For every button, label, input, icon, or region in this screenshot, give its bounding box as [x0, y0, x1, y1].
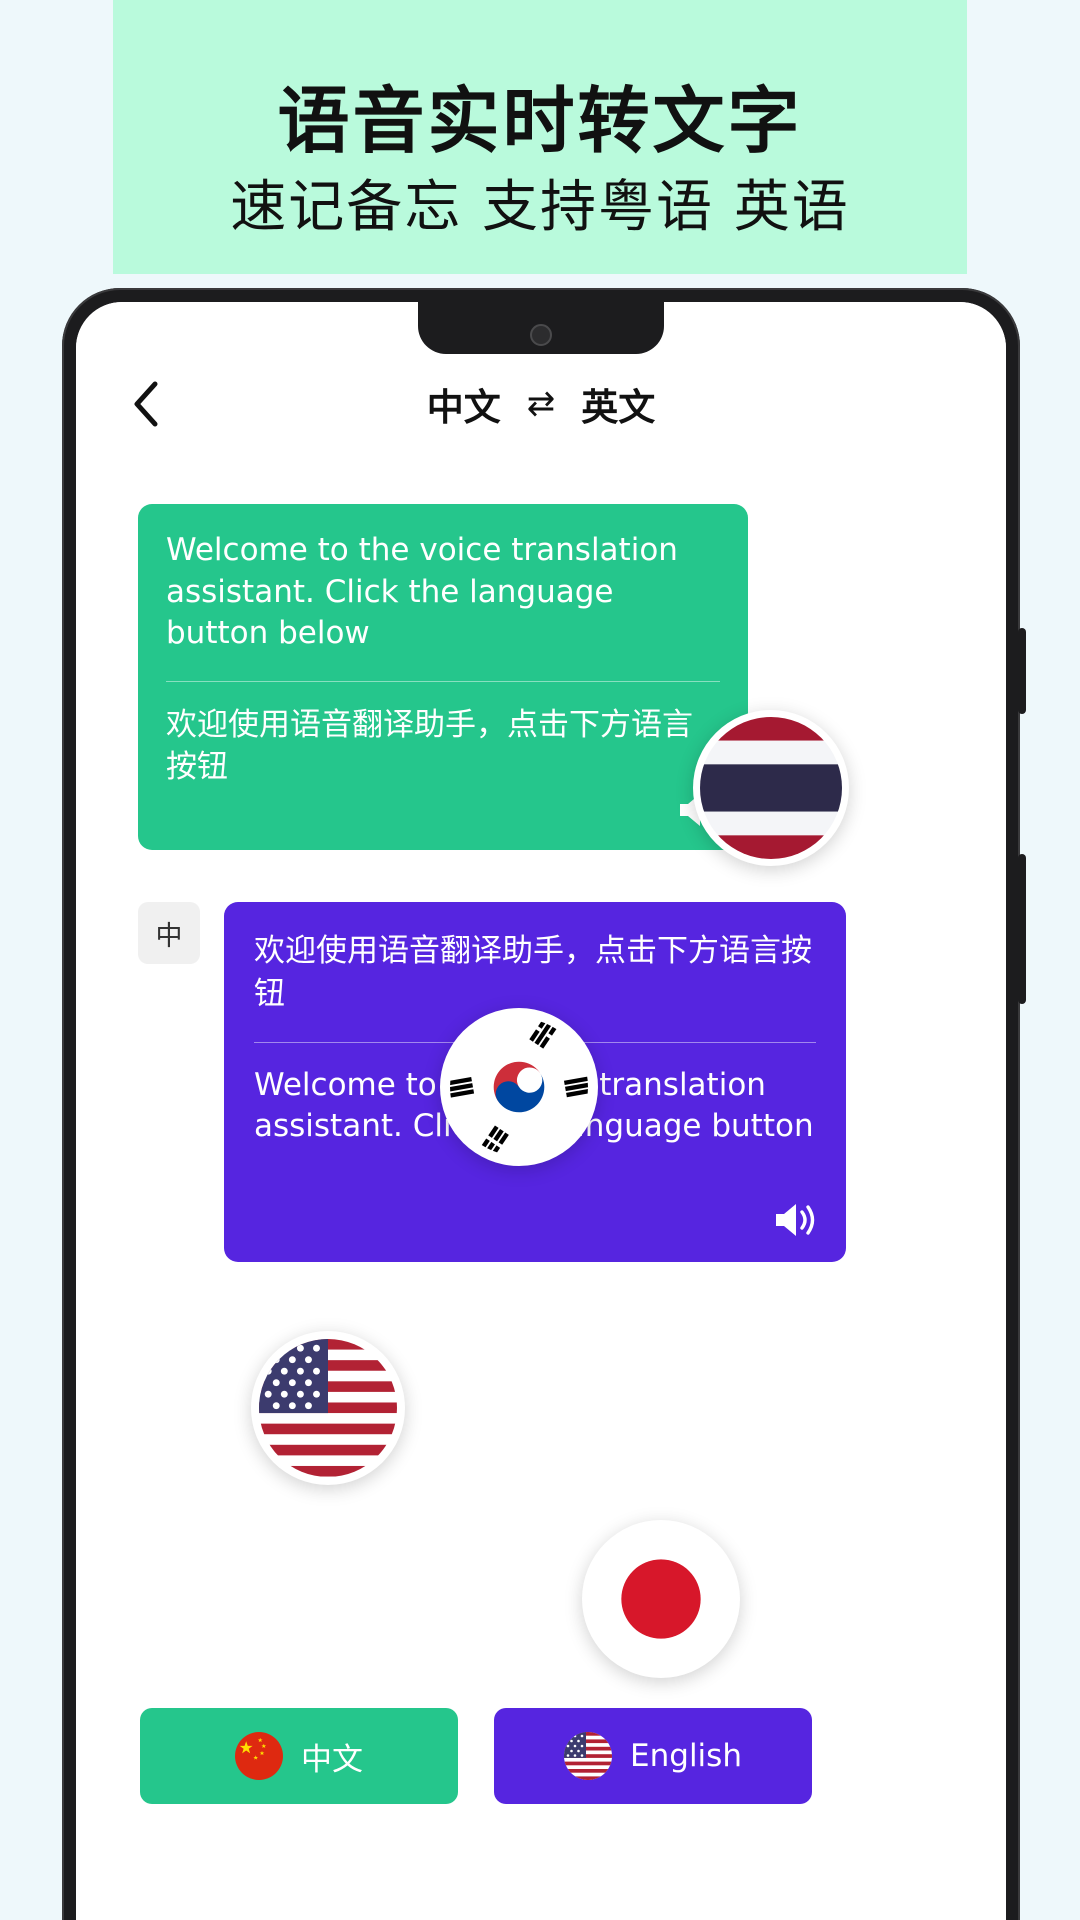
phone-power-button — [1018, 628, 1026, 714]
language-button-english[interactable]: English — [494, 1708, 812, 1804]
screenshot-root: 语音实时转文字 速记备忘 支持粤语 英语 中文 ⇄ 英文 Welcome to … — [0, 0, 1080, 1920]
flag-us-icon — [564, 1732, 613, 1780]
language-button-english-label: English — [630, 1738, 742, 1774]
flag-cn-icon — [235, 1732, 283, 1780]
phone-screen-area: 中文 ⇄ 英文 Welcome to the voice translation… — [76, 302, 1006, 1920]
source-language-label: 中文 — [426, 386, 501, 429]
flag-th-disc — [700, 717, 842, 859]
promo-title: 语音实时转文字 — [277, 79, 803, 163]
flag-us-disc — [259, 1339, 397, 1477]
speaker-icon[interactable] — [772, 1200, 816, 1240]
target-language-label: 英文 — [581, 386, 656, 429]
flag-th-icon[interactable] — [693, 710, 849, 866]
flag-us-icon[interactable] — [251, 1331, 405, 1485]
avatar: 中 — [138, 902, 200, 964]
language-pair-header[interactable]: 中文 ⇄ 英文 — [76, 364, 1006, 444]
phone-volume-button — [1018, 854, 1026, 1004]
flag-kr-icon[interactable] — [440, 1008, 598, 1166]
flag-jp-icon[interactable] — [582, 1520, 740, 1678]
promo-banner: 语音实时转文字 速记备忘 支持粤语 英语 — [113, 0, 967, 274]
phone-frame: 中文 ⇄ 英文 Welcome to the voice translation… — [62, 288, 1026, 1920]
message-bubble-assistant[interactable]: Welcome to the voice translation assista… — [138, 504, 748, 850]
front-camera-icon — [530, 324, 552, 346]
flag-kr-disc — [450, 1018, 588, 1156]
app-bar: 中文 ⇄ 英文 — [76, 364, 1006, 444]
assistant-message-secondary: 欢迎使用语音翻译助手，点击下方语言按钮 — [166, 706, 693, 786]
language-button-chinese[interactable]: 中文 — [140, 1708, 458, 1804]
user-message-primary: 欢迎使用语音翻译助手，点击下方语言按钮 — [254, 933, 812, 1012]
swap-languages-icon[interactable]: ⇄ — [527, 387, 556, 421]
promo-subtitle: 速记备忘 支持粤语 英语 — [230, 175, 850, 240]
language-button-chinese-label: 中文 — [301, 1741, 363, 1778]
assistant-message-primary: Welcome to the voice translation assista… — [166, 532, 678, 652]
bubble-divider — [166, 680, 720, 682]
flag-jp-disc — [591, 1529, 731, 1669]
